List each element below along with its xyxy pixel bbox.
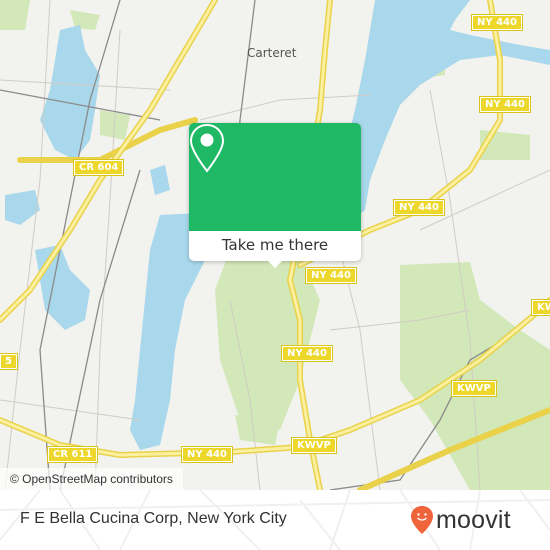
route-shield-partial: 5 [0,353,18,370]
moovit-pin-icon [411,506,433,534]
place-title: F E Bella Cucina Corp, New York City [20,510,287,527]
footer: F E Bella Cucina Corp, New York City moo… [0,490,550,550]
map-attribution[interactable]: © OpenStreetMap contributors [0,468,183,490]
take-me-there-button[interactable]: Take me there [189,231,361,261]
brand-name: moovit [436,505,511,534]
map[interactable]: Carteret CR 604 NY 440 NY 440 NY 440 NY … [0,0,550,490]
popup-pointer [267,260,283,268]
moovit-logo[interactable]: moovit [410,502,511,538]
route-shield-ny440: NY 440 [181,446,233,463]
place-label-carteret: Carteret [247,46,297,60]
route-shield-kwvp: KWVP [291,437,337,454]
route-shield-ny440: NY 440 [393,199,445,216]
route-shield-ny440: NY 440 [305,267,357,284]
route-shield-kwvp: KW [531,299,550,316]
location-pin-icon [189,123,225,173]
route-shield-cr604: CR 604 [72,159,125,176]
popup-header [189,123,361,231]
route-shield-cr611: CR 611 [46,446,99,463]
route-shield-ny440: NY 440 [479,96,531,113]
route-shield-ny440: NY 440 [281,345,333,362]
destination-popup: Take me there [189,123,361,268]
route-shield-ny440: NY 440 [471,14,523,31]
route-shield-kwvp: KWVP [451,380,497,397]
